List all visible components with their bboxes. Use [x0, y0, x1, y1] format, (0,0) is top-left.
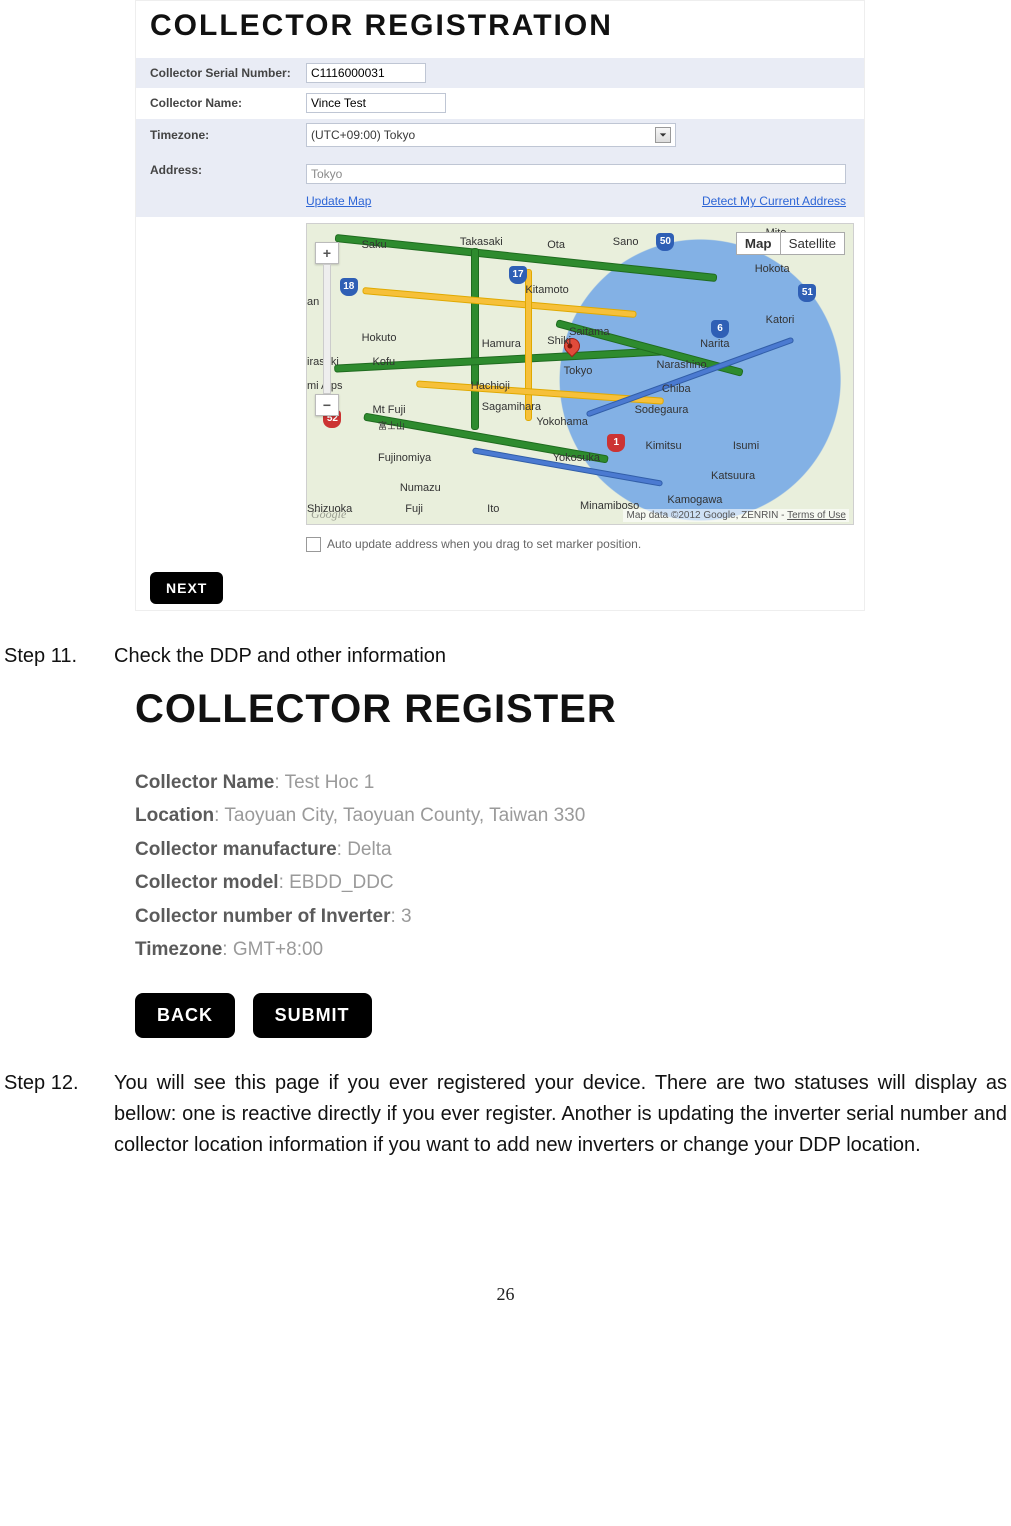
- city-label: Kofu: [373, 356, 396, 368]
- city-label: Katori: [766, 314, 795, 326]
- detect-address-link[interactable]: Detect My Current Address: [702, 192, 846, 211]
- city-label: Hachioji: [471, 380, 510, 392]
- city-label: Hamura: [482, 338, 521, 350]
- city-label: Kitamoto: [525, 284, 568, 296]
- city-label: Fuji: [405, 503, 423, 515]
- route-shield: 6: [711, 320, 729, 338]
- chevron-down-icon: [655, 127, 671, 143]
- city-label: Mt Fuji: [373, 404, 406, 416]
- row-name: Collector Name:: [136, 88, 864, 119]
- step-text: Check the DDP and other information: [114, 641, 1007, 672]
- terms-link[interactable]: Terms of Use: [787, 510, 846, 521]
- summary-model: Collector model: EBDD_DDC: [135, 868, 735, 897]
- city-label: Saitama: [569, 326, 609, 338]
- collector-registration-screenshot: COLLECTOR REGISTRATION Collector Serial …: [135, 0, 865, 611]
- zoom-out-button[interactable]: −: [315, 394, 339, 416]
- auto-update-checkbox[interactable]: [306, 537, 321, 552]
- step-11: Step 11. Check the DDP and other informa…: [0, 641, 1011, 672]
- route-shield: 18: [340, 278, 358, 296]
- back-button[interactable]: BACK: [135, 993, 235, 1038]
- auto-update-row: Auto update address when you drag to set…: [136, 531, 864, 562]
- city-label: Takasaki: [460, 236, 503, 248]
- zoom-in-button[interactable]: +: [315, 242, 339, 264]
- summary-timezone: Timezone: GMT+8:00: [135, 935, 735, 964]
- map[interactable]: 18 50 17 51 6 52 1 Saku Takasaki Ota San…: [306, 223, 854, 525]
- button-row: BACK SUBMIT: [135, 993, 735, 1038]
- map-type-toggle: Map Satellite: [736, 232, 845, 255]
- city-label: Kimitsu: [646, 440, 682, 452]
- city-label: an: [307, 296, 319, 308]
- city-label: Sagamihara: [482, 401, 541, 413]
- map-type-satellite[interactable]: Satellite: [781, 232, 845, 255]
- step-text: You will see this page if you ever regis…: [114, 1068, 1007, 1161]
- row-timezone: Timezone: (UTC+09:00) Tokyo: [136, 119, 864, 152]
- city-label: Sano: [613, 236, 639, 248]
- route-shield: 50: [656, 233, 674, 251]
- city-label: Kamogawa: [667, 494, 722, 506]
- map-type-map[interactable]: Map: [736, 232, 781, 255]
- summary-name: Collector Name: Test Hoc 1: [135, 768, 735, 797]
- address-label: Address:: [136, 157, 306, 211]
- summary-inverter-count: Collector number of Inverter: 3: [135, 902, 735, 931]
- row-serial: Collector Serial Number:: [136, 58, 864, 89]
- name-label: Collector Name:: [136, 88, 306, 119]
- city-label: Saku: [362, 239, 387, 251]
- city-label: Sodegaura: [635, 404, 689, 416]
- timezone-value: (UTC+09:00) Tokyo: [311, 126, 415, 145]
- city-label: Tokyo: [564, 365, 593, 377]
- collector-register-screenshot: COLLECTOR REGISTER Collector Name: Test …: [135, 678, 735, 1038]
- summary-manufacture: Collector manufacture: Delta: [135, 835, 735, 864]
- route-shield: 51: [798, 284, 816, 302]
- serial-label: Collector Serial Number:: [136, 58, 306, 89]
- update-map-link[interactable]: Update Map: [306, 192, 371, 211]
- map-row: 18 50 17 51 6 52 1 Saku Takasaki Ota San…: [136, 217, 864, 531]
- city-label: Narashino: [656, 359, 706, 371]
- zoom-slider[interactable]: [323, 264, 331, 394]
- address-input[interactable]: [306, 164, 846, 184]
- row-address: Address: Update Map Detect My Current Ad…: [136, 151, 864, 217]
- step-number: Step 11.: [4, 641, 114, 672]
- next-button[interactable]: NEXT: [150, 572, 223, 604]
- city-label: Shiki: [547, 335, 571, 347]
- city-label: Katsuura: [711, 470, 755, 482]
- city-label: Isumi: [733, 440, 759, 452]
- auto-update-label: Auto update address when you drag to set…: [327, 537, 641, 551]
- page-number: 26: [0, 1281, 1011, 1309]
- map-attribution: Map data ©2012 Google, ZENRIN - Terms of…: [623, 509, 849, 522]
- city-label: Chiba: [662, 383, 691, 395]
- city-label: Numazu: [400, 482, 441, 494]
- registration-title: COLLECTOR REGISTRATION: [150, 3, 864, 50]
- city-label: Yokohama: [536, 416, 588, 428]
- google-logo: Google: [311, 507, 346, 522]
- name-input[interactable]: [306, 93, 446, 113]
- serial-input[interactable]: [306, 63, 426, 83]
- route-shield: 17: [509, 266, 527, 284]
- route-shield: 1: [607, 434, 625, 452]
- submit-button[interactable]: SUBMIT: [253, 993, 372, 1038]
- city-label: 富士山: [378, 419, 405, 432]
- city-label: Narita: [700, 338, 729, 350]
- timezone-select[interactable]: (UTC+09:00) Tokyo: [306, 123, 676, 148]
- register-title: COLLECTOR REGISTER: [135, 678, 735, 740]
- timezone-label: Timezone:: [136, 120, 306, 151]
- city-label: Hokota: [755, 263, 790, 275]
- city-label: Hokuto: [362, 332, 397, 344]
- city-label: Fujinomiya: [378, 452, 431, 464]
- city-label: Ota: [547, 239, 565, 251]
- step-number: Step 12.: [4, 1068, 114, 1161]
- summary-location: Location: Taoyuan City, Taoyuan County, …: [135, 801, 735, 830]
- step-12: Step 12. You will see this page if you e…: [0, 1068, 1011, 1161]
- city-label: Ito: [487, 503, 499, 515]
- city-label: Yokosuka: [553, 452, 600, 464]
